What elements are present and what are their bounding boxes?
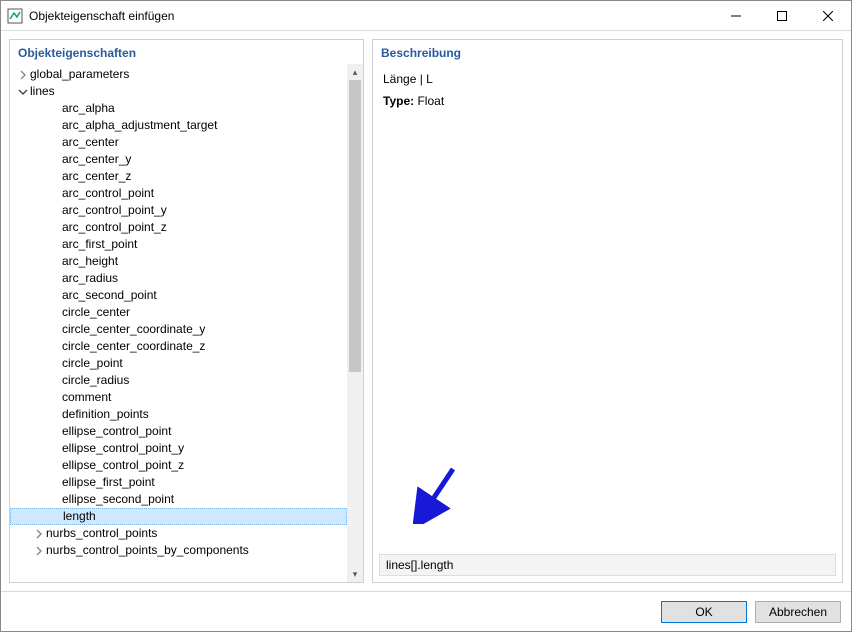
tree-item-label: circle_center_coordinate_y bbox=[62, 321, 205, 338]
tree-node[interactable]: global_parameters bbox=[10, 66, 347, 83]
tree-item-label: circle_point bbox=[62, 355, 123, 372]
tree-item-label: arc_height bbox=[62, 253, 118, 270]
tree-item-label: comment bbox=[62, 389, 111, 406]
tree-leaf[interactable]: definition_points bbox=[10, 406, 347, 423]
tree-leaf[interactable]: ellipse_control_point_y bbox=[10, 440, 347, 457]
description-panel: Beschreibung Länge | L Type: Float lines… bbox=[372, 39, 843, 583]
cancel-button[interactable]: Abbrechen bbox=[755, 601, 841, 623]
tree-item-label: circle_radius bbox=[62, 372, 129, 389]
tree-item-label: ellipse_control_point_y bbox=[62, 440, 184, 457]
annotation-arrow-icon bbox=[413, 464, 463, 524]
scroll-thumb[interactable] bbox=[349, 80, 361, 372]
content-area: Objekteigenschaften global_parameterslin… bbox=[1, 31, 851, 591]
tree-leaf[interactable]: circle_center_coordinate_z bbox=[10, 338, 347, 355]
tree-item-label: circle_center bbox=[62, 304, 130, 321]
window-buttons bbox=[713, 1, 851, 31]
chevron-right-icon[interactable] bbox=[32, 546, 46, 556]
tree-leaf[interactable]: arc_alpha bbox=[10, 100, 347, 117]
type-label: Type: bbox=[383, 94, 414, 108]
tree-item-label: ellipse_control_point_z bbox=[62, 457, 184, 474]
tree-item-label: length bbox=[63, 509, 96, 524]
minimize-button[interactable] bbox=[713, 1, 759, 31]
tree-item-label: ellipse_second_point bbox=[62, 491, 174, 508]
tree-leaf[interactable]: comment bbox=[10, 389, 347, 406]
tree-node[interactable]: lines bbox=[10, 83, 347, 100]
tree-item-label: circle_center_coordinate_z bbox=[62, 338, 205, 355]
tree-item-label: global_parameters bbox=[30, 66, 129, 83]
tree-item-label: arc_center_y bbox=[62, 151, 131, 168]
tree-leaf[interactable]: ellipse_control_point bbox=[10, 423, 347, 440]
tree-leaf[interactable]: arc_alpha_adjustment_target bbox=[10, 117, 347, 134]
tree-leaf[interactable]: arc_center_y bbox=[10, 151, 347, 168]
tree-item-label: arc_second_point bbox=[62, 287, 157, 304]
type-value: Float bbox=[417, 94, 444, 108]
properties-panel: Objekteigenschaften global_parameterslin… bbox=[9, 39, 364, 583]
tree-item-label: arc_control_point bbox=[62, 185, 154, 202]
tree-leaf[interactable]: ellipse_first_point bbox=[10, 474, 347, 491]
chevron-right-icon[interactable] bbox=[32, 529, 46, 539]
title-bar: Objekteigenschaft einfügen bbox=[1, 1, 851, 31]
tree-leaf[interactable]: arc_first_point bbox=[10, 236, 347, 253]
tree-leaf[interactable]: ellipse_second_point bbox=[10, 491, 347, 508]
tree-item-label: arc_alpha_adjustment_target bbox=[62, 117, 217, 134]
tree-leaf[interactable]: arc_radius bbox=[10, 270, 347, 287]
tree-wrap: global_parameterslines arc_alpha arc_alp… bbox=[10, 64, 363, 582]
tree-item-label: arc_center bbox=[62, 134, 119, 151]
properties-header: Objekteigenschaften bbox=[10, 40, 363, 64]
tree-item-label: arc_control_point_z bbox=[62, 219, 167, 236]
tree-node[interactable]: nurbs_control_points bbox=[10, 525, 347, 542]
tree-node[interactable]: nurbs_control_points_by_components bbox=[10, 542, 347, 559]
tree-leaf[interactable]: arc_center_z bbox=[10, 168, 347, 185]
vertical-scrollbar[interactable]: ▴ ▾ bbox=[347, 64, 363, 582]
chevron-down-icon[interactable] bbox=[16, 87, 30, 97]
tree-leaf[interactable]: arc_control_point bbox=[10, 185, 347, 202]
tree-item-label: nurbs_control_points bbox=[46, 525, 157, 542]
tree-item-label: ellipse_control_point bbox=[62, 423, 171, 440]
description-header: Beschreibung bbox=[373, 40, 842, 64]
tree-leaf[interactable]: arc_center bbox=[10, 134, 347, 151]
app-icon bbox=[7, 8, 23, 24]
description-text: Länge | L bbox=[383, 72, 832, 86]
tree-leaf[interactable]: circle_radius bbox=[10, 372, 347, 389]
scroll-track[interactable] bbox=[347, 80, 363, 566]
close-button[interactable] bbox=[805, 1, 851, 31]
tree-item-label: lines bbox=[30, 83, 55, 100]
tree-leaf[interactable]: circle_center_coordinate_y bbox=[10, 321, 347, 338]
tree-item-label: arc_alpha bbox=[62, 100, 115, 117]
dialog-footer: OK Abbrechen bbox=[1, 591, 851, 631]
tree-leaf[interactable]: ellipse_control_point_z bbox=[10, 457, 347, 474]
tree-item-label: arc_control_point_y bbox=[62, 202, 167, 219]
tree-leaf[interactable]: arc_control_point_z bbox=[10, 219, 347, 236]
tree-item-label: definition_points bbox=[62, 406, 149, 423]
ok-button[interactable]: OK bbox=[661, 601, 747, 623]
tree-leaf[interactable]: arc_second_point bbox=[10, 287, 347, 304]
scroll-up-icon[interactable]: ▴ bbox=[347, 64, 363, 80]
tree-item-label: ellipse_first_point bbox=[62, 474, 155, 491]
description-body: Länge | L Type: Float bbox=[373, 64, 842, 548]
tree-item-label: arc_first_point bbox=[62, 236, 137, 253]
chevron-right-icon[interactable] bbox=[16, 70, 30, 80]
description-type: Type: Float bbox=[383, 94, 832, 108]
maximize-button[interactable] bbox=[759, 1, 805, 31]
tree-item-label: arc_radius bbox=[62, 270, 118, 287]
property-path[interactable]: lines[].length bbox=[379, 554, 836, 576]
tree-item-label: arc_center_z bbox=[62, 168, 131, 185]
tree-leaf[interactable]: length bbox=[10, 508, 347, 525]
window-title: Objekteigenschaft einfügen bbox=[29, 9, 713, 23]
property-tree[interactable]: global_parameterslines arc_alpha arc_alp… bbox=[10, 64, 347, 582]
tree-leaf[interactable]: arc_control_point_y bbox=[10, 202, 347, 219]
tree-leaf[interactable]: arc_height bbox=[10, 253, 347, 270]
tree-item-label: nurbs_control_points_by_components bbox=[46, 542, 249, 559]
scroll-down-icon[interactable]: ▾ bbox=[347, 566, 363, 582]
tree-leaf[interactable]: circle_center bbox=[10, 304, 347, 321]
tree-leaf[interactable]: circle_point bbox=[10, 355, 347, 372]
